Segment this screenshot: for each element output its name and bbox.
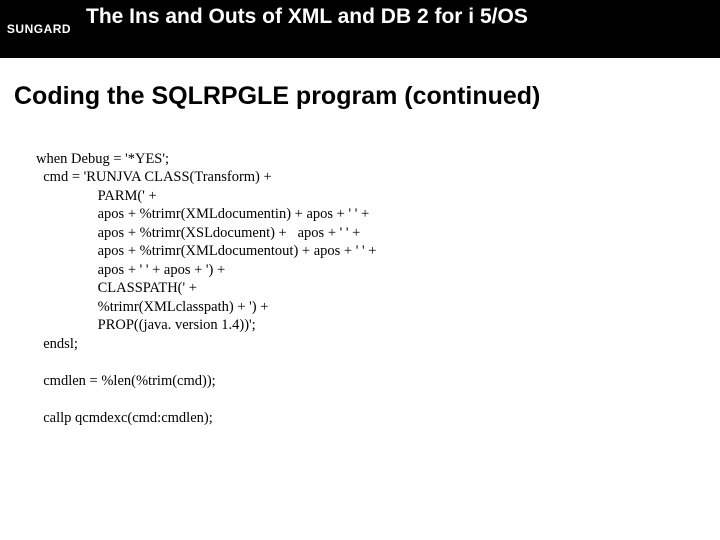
page-title: The Ins and Outs of XML and DB 2 for i 5… — [86, 5, 528, 29]
code-line: cmdlen = %len(%trim(cmd)); — [36, 373, 216, 389]
code-line: apos + %trimr(XSLdocument) + apos + ' ' … — [36, 225, 360, 241]
code-line: apos + %trimr(XMLdocumentin) + apos + ' … — [36, 206, 369, 222]
code-line: apos + ' ' + apos + ') + — [36, 262, 225, 278]
header-bar: SUNGARD The Ins and Outs of XML and DB 2… — [0, 0, 720, 58]
code-line: endsl; — [36, 336, 78, 352]
code-block: when Debug = '*YES'; cmd = 'RUNJVA CLASS… — [36, 131, 720, 428]
code-line: PROP((java. version 1.4))'; — [36, 317, 256, 333]
section-heading: Coding the SQLRPGLE program (continued) — [14, 82, 720, 111]
code-line: %trimr(XMLclasspath) + ') + — [36, 299, 268, 315]
brand-logo: SUNGARD — [0, 0, 78, 58]
code-line: PARM(' + — [36, 188, 157, 204]
code-line: CLASSPATH(' + — [36, 280, 197, 296]
code-line: apos + %trimr(XMLdocumentout) + apos + '… — [36, 243, 376, 259]
code-line: cmd = 'RUNJVA CLASS(Transform) + — [36, 169, 272, 185]
code-line: when Debug = '*YES'; — [36, 151, 169, 167]
code-line: callp qcmdexc(cmd:cmdlen); — [36, 410, 213, 426]
brand-logo-text: SUNGARD — [7, 22, 71, 36]
